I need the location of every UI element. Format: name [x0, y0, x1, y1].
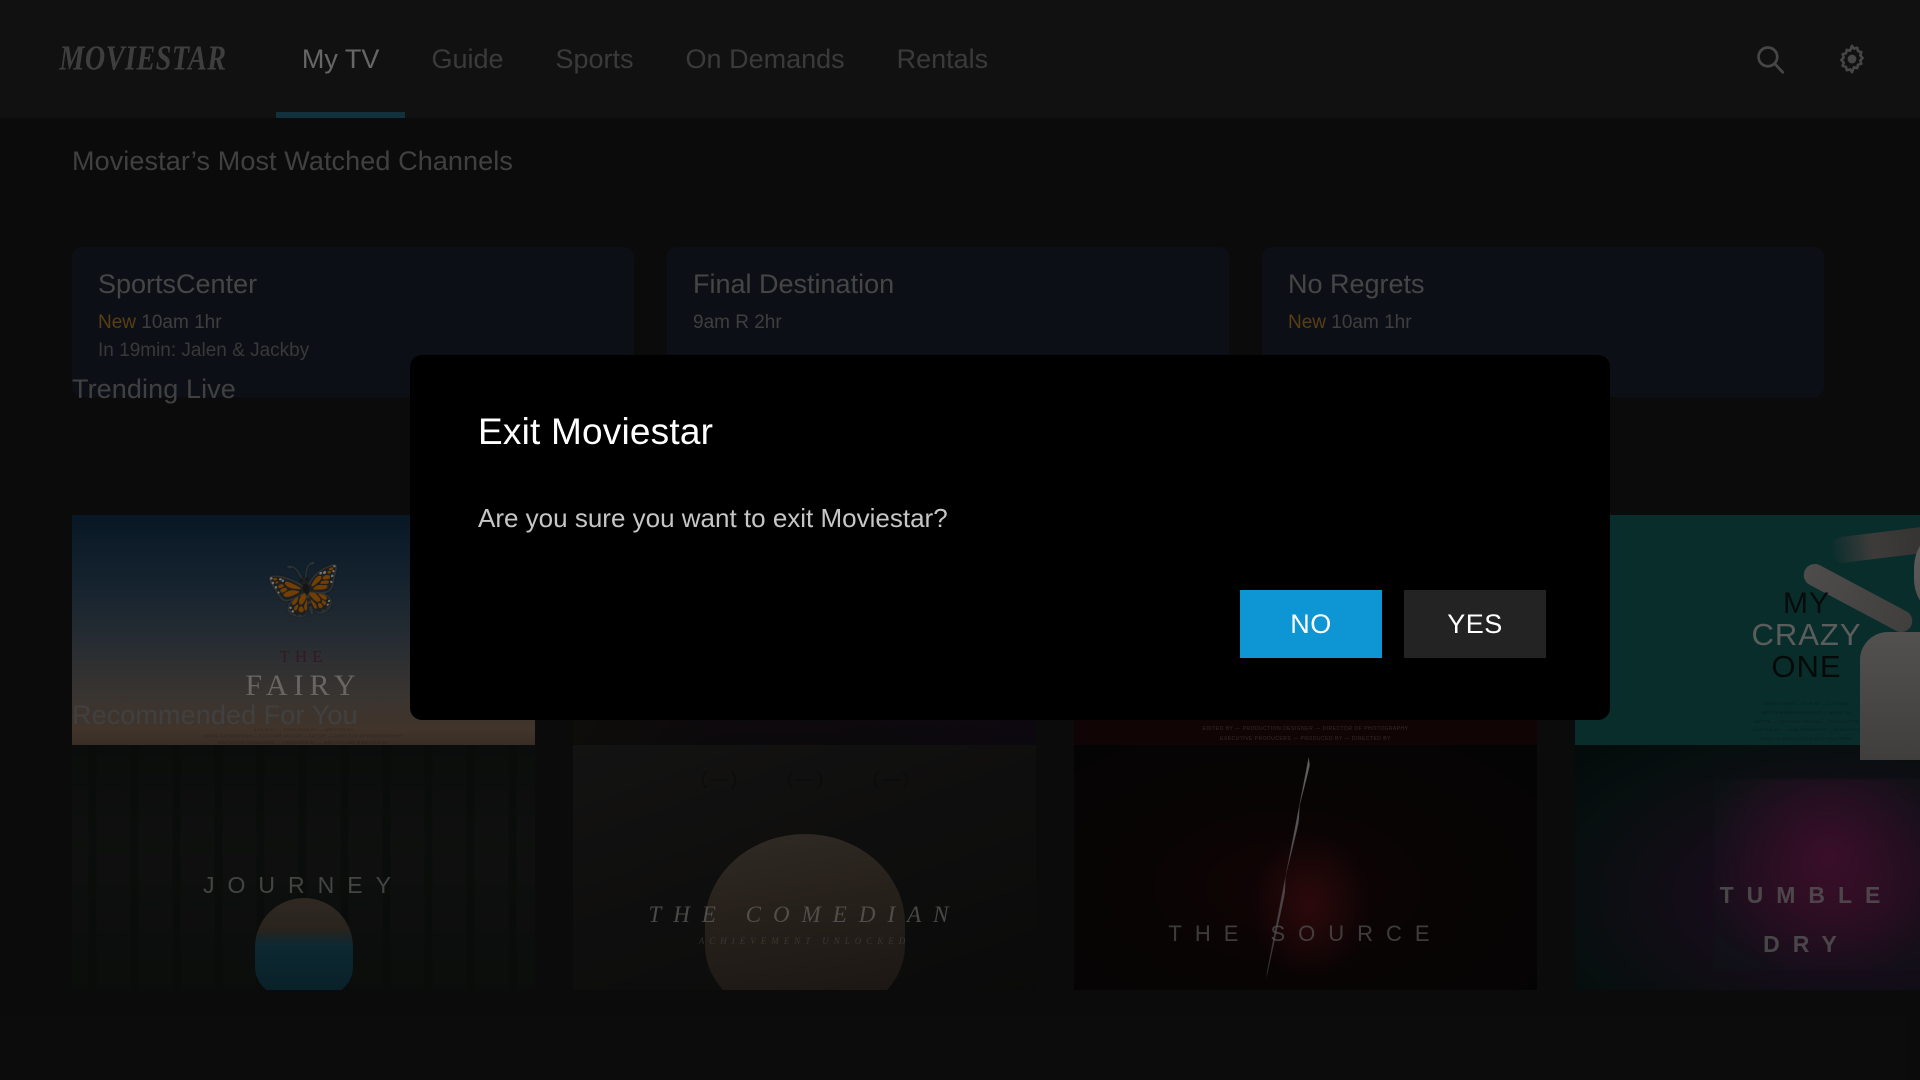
yes-button[interactable]: YES: [1404, 590, 1546, 658]
dialog-message: Are you sure you want to exit Moviestar?: [478, 503, 948, 533]
no-button[interactable]: NO: [1240, 590, 1382, 658]
app-root: MOVIESTAR My TV Guide Sports On Demands …: [0, 0, 1920, 1080]
dialog-actions: NO YES: [1240, 590, 1546, 658]
exit-confirmation-dialog: Exit Moviestar Are you sure you want to …: [410, 355, 1610, 720]
dialog-title: Exit Moviestar: [478, 411, 714, 452]
